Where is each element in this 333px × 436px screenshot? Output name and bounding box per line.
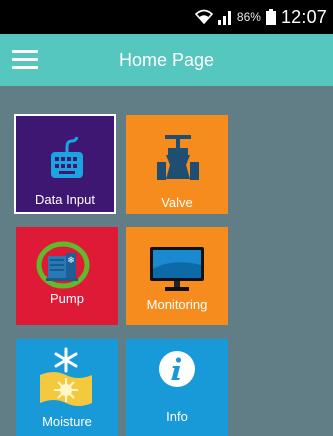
tile-label: Moisture	[42, 414, 92, 429]
page-title: Home Page	[118, 50, 215, 70]
tile-data-input[interactable]: Data Input	[14, 114, 116, 214]
status-bar-right: 86% 12:07	[194, 0, 327, 34]
keyboard-icon	[51, 136, 83, 178]
svg-text:❄: ❄	[67, 256, 75, 266]
status-bar: 86% 12:07	[0, 0, 333, 34]
tile-pump[interactable]: ❄ Pump	[16, 227, 118, 325]
tile-label: Data Input	[35, 192, 95, 207]
status-time: 12:07	[280, 6, 327, 27]
monitor-icon	[150, 247, 204, 291]
pump-icon: ❄	[36, 241, 90, 289]
tile-monitoring[interactable]: Monitoring	[126, 227, 228, 325]
tile-info[interactable]: Info	[126, 339, 228, 436]
tile-valve[interactable]: Valve	[126, 115, 228, 214]
tile-label: Valve	[161, 195, 193, 210]
signal-icon	[217, 11, 231, 25]
tile-label: Monitoring	[146, 297, 208, 312]
tile-label: Info	[166, 409, 188, 424]
snowflake-sun-icon	[40, 347, 92, 406]
valve-icon	[157, 135, 199, 180]
battery-percent: 86%	[236, 10, 261, 24]
tile-moisture[interactable]: Moisture	[16, 339, 118, 436]
wifi-icon	[194, 9, 213, 25]
app-bar: Home Page	[0, 34, 333, 86]
battery-icon	[265, 9, 276, 25]
info-icon	[159, 351, 195, 387]
tile-label: Pump	[50, 291, 84, 306]
